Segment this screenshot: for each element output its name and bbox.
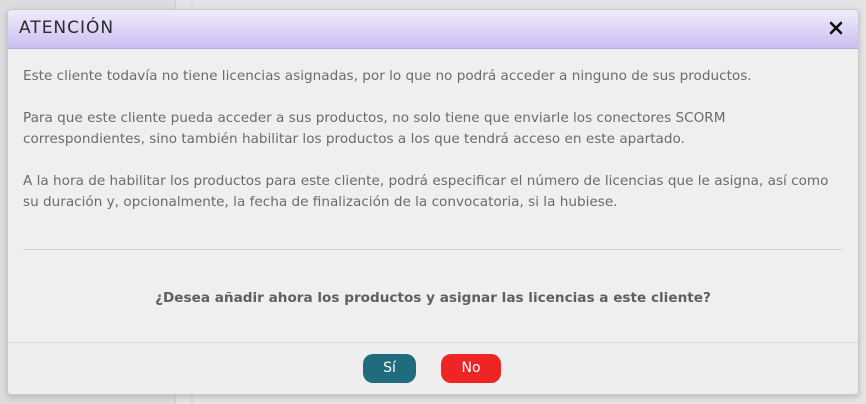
attention-dialog: ATENCIÓN Este cliente todavía no tiene l…	[7, 9, 859, 395]
message-paragraph-2: Para que este cliente pueda acceder a su…	[23, 110, 726, 147]
dialog-title: ATENCIÓN	[19, 18, 115, 38]
no-button[interactable]: No	[441, 354, 501, 383]
message-paragraph-3: A la hora de habilitar los productos par…	[23, 173, 829, 210]
close-button[interactable]	[826, 18, 846, 38]
divider	[23, 249, 843, 250]
confirmation-question: ¿Desea añadir ahora los productos y asig…	[155, 290, 711, 306]
dialog-header: ATENCIÓN	[8, 10, 858, 49]
yes-button[interactable]: Sí	[363, 354, 416, 383]
dialog-footer: Sí No	[8, 342, 858, 394]
dialog-body: Este cliente todavía no tiene licencias …	[8, 49, 858, 309]
close-icon	[829, 21, 843, 35]
message-paragraph-1: Este cliente todavía no tiene licencias …	[23, 68, 752, 84]
